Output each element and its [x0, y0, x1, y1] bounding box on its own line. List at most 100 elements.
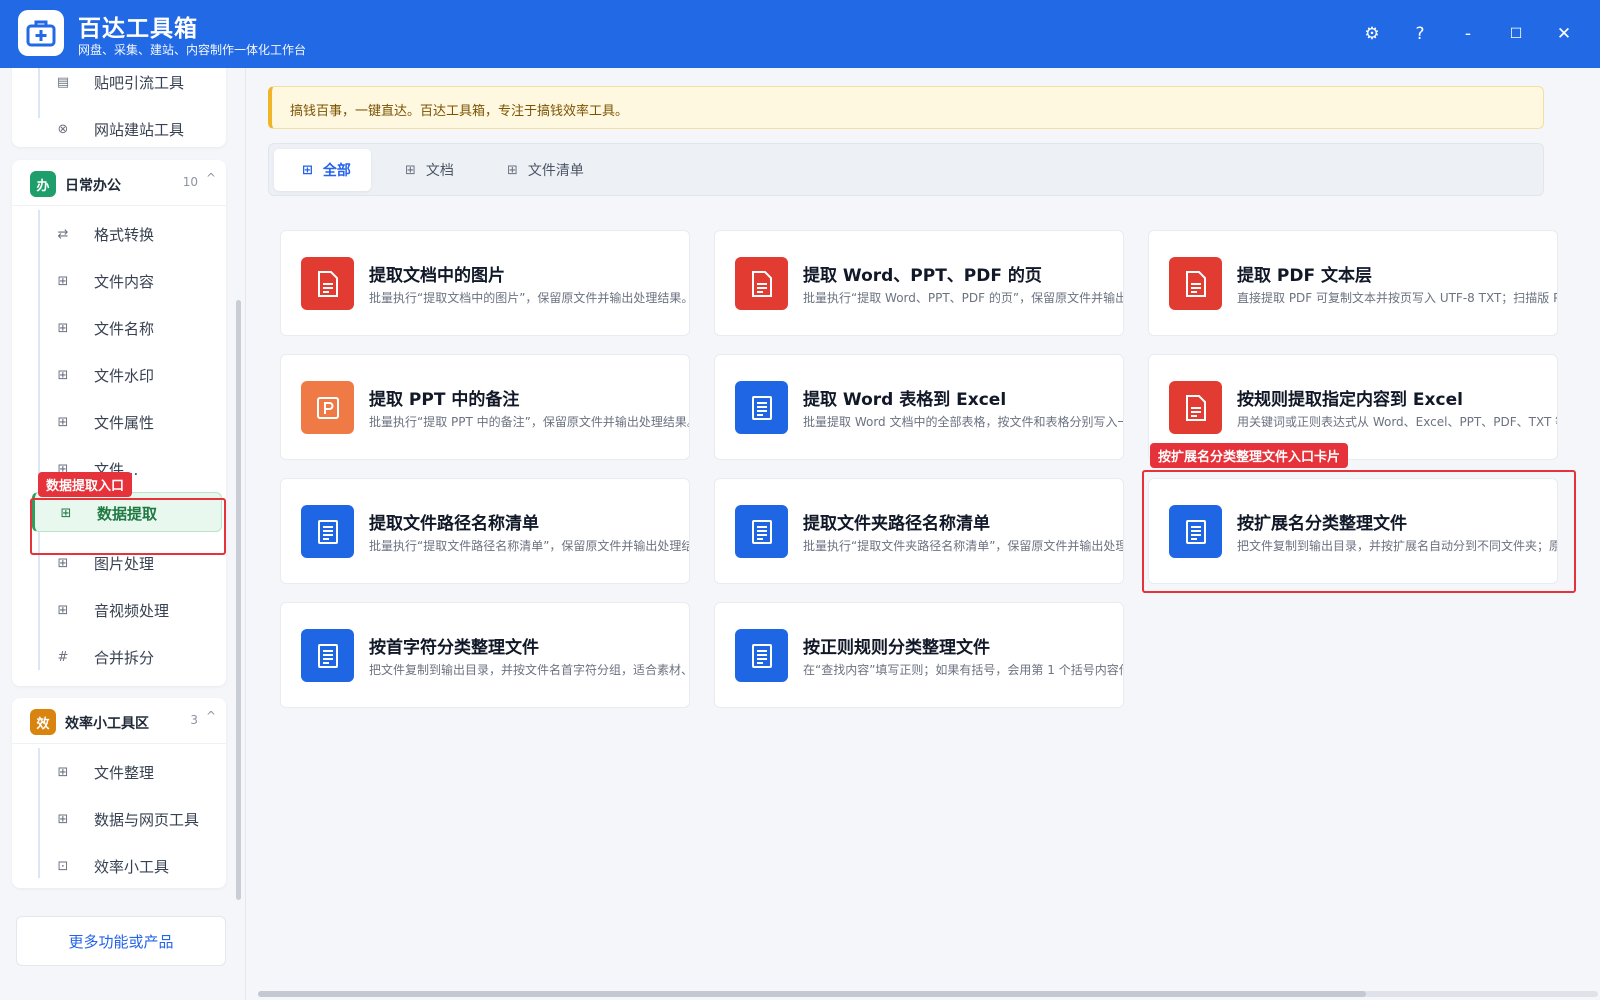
sidebar-item-audio-video[interactable]: ⊞ 音视频处理: [32, 590, 222, 630]
sidebar-item-watermark[interactable]: ⊞ 文件水印: [32, 355, 222, 395]
group-count: 10: [182, 175, 198, 189]
toolbox-icon: ⊡: [57, 858, 69, 874]
group-count: 3: [190, 713, 198, 727]
sidebar-item-data-web[interactable]: ⊞ 数据与网页工具: [32, 799, 222, 839]
tool-card-folder-path-list[interactable]: 提取文件夹路径名称清单 批量执行“提取文件夹路径名称清单”，保留原文件并输出处理…: [714, 478, 1124, 584]
sidebar-item-merge-split[interactable]: # 合并拆分: [32, 637, 222, 677]
sidebar-item-label: 文件内容: [94, 273, 155, 291]
close-button[interactable]: ✕: [1550, 20, 1578, 48]
card-description: 批量提取 Word 文档中的全部表格，按文件和表格分别写入一个 Excel 工作…: [803, 415, 1124, 429]
sidebar-group-office: 办 日常办公 10 ^ ⇄ 格式转换 ⊞ 文件内容 ⊞ 文件名称 ⊞ 文件水印 …: [12, 160, 226, 686]
pdf-doc-icon: [301, 257, 354, 310]
group-header-efficiency[interactable]: 效 效率小工具区 3 ^: [12, 698, 226, 744]
sidebar-item-label: 贴吧引流工具: [94, 74, 185, 92]
app-subtitle: 网盘、采集、建站、内容制作一体化工作台: [78, 43, 307, 57]
more-features-button[interactable]: 更多功能或产品: [16, 916, 226, 966]
title-bar: 百达工具箱 网盘、采集、建站、内容制作一体化工作台 ⚙ ? - ☐ ✕: [0, 0, 1600, 68]
doc-icon: ▤: [56, 74, 70, 90]
group-header-office[interactable]: 办 日常办公 10 ^: [12, 160, 226, 206]
sidebar-item-label: 合并拆分: [94, 649, 155, 667]
pdf-doc-icon: [1169, 381, 1222, 434]
card-title: 提取文档中的图片: [369, 266, 505, 286]
group-badge: 办: [30, 171, 56, 197]
settings-gear-icon[interactable]: ⚙: [1358, 20, 1386, 48]
swap-icon: ⇄: [57, 226, 69, 242]
sidebar-item-efficiency-tools[interactable]: ⊡ 效率小工具: [32, 846, 222, 886]
text-doc-icon: [735, 381, 788, 434]
card-description: 直接提取 PDF 可复制文本并按页写入 UTF-8 TXT；扫描版 PDF 请使…: [1237, 291, 1557, 305]
tab-file-list[interactable]: ⊞ 文件清单: [479, 149, 604, 191]
group-name: 日常办公: [65, 178, 121, 194]
sidebar-item-label: 文件整理: [94, 764, 155, 782]
annotation-tag-sort-by-extension: 按扩展名分类整理文件入口卡片: [1150, 443, 1349, 468]
main-horizontal-scrollbar[interactable]: [258, 991, 1598, 997]
card-description: 批量执行“提取 PPT 中的备注”，保留原文件并输出处理结果。: [369, 415, 690, 429]
tool-card-sort-by-first-char[interactable]: 按首字符分类整理文件 把文件复制到输出目录，并按文件名首字符分组，适合素材、文档…: [280, 602, 690, 708]
sidebar-item-label: 网站建站工具: [94, 121, 185, 139]
tab-label: 文件清单: [527, 163, 584, 179]
collapse-caret-icon[interactable]: ^: [206, 171, 216, 185]
sidebar-item-file-properties[interactable]: ⊞ 文件属性: [32, 402, 222, 442]
text-doc-icon: [301, 505, 354, 558]
card-description: 批量执行“提取文件路径名称清单”，保留原文件并输出处理结果。: [369, 539, 690, 553]
card-title: 提取 PDF 文本层: [1237, 266, 1373, 286]
tab-documents[interactable]: ⊞ 文档: [377, 149, 474, 191]
sidebar-item-website[interactable]: ⊗ 网站建站工具: [32, 109, 222, 149]
tool-card-file-path-list[interactable]: 提取文件路径名称清单 批量执行“提取文件路径名称清单”，保留原文件并输出处理结果…: [280, 478, 690, 584]
tool-card-word-table-excel[interactable]: 提取 Word 表格到 Excel 批量提取 Word 文档中的全部表格，按文件…: [714, 354, 1124, 460]
card-title: 提取文件夹路径名称清单: [803, 514, 990, 534]
sidebar-item-label: 文件名称: [94, 320, 155, 338]
notice-banner: 搞钱百事，一键直达。百达工具箱，专注于搞钱效率工具。: [268, 86, 1544, 129]
tool-card-extract-pages[interactable]: 提取 Word、PPT、PDF 的页 批量执行“提取 Word、PPT、PDF …: [714, 230, 1124, 336]
tool-card-extract-doc-images[interactable]: 提取文档中的图片 批量执行“提取文档中的图片”，保留原文件并输出处理结果。: [280, 230, 690, 336]
tool-card-extract-pdf-text[interactable]: 提取 PDF 文本层 直接提取 PDF 可复制文本并按页写入 UTF-8 TXT…: [1148, 230, 1558, 336]
grid-icon: ⊞: [57, 367, 69, 383]
card-title: 提取 PPT 中的备注: [369, 390, 520, 410]
sidebar-scrollbar[interactable]: [236, 300, 241, 900]
card-title: 按正则规则分类整理文件: [803, 638, 990, 658]
card-title: 按首字符分类整理文件: [369, 638, 539, 658]
sidebar-item-label: 格式转换: [94, 226, 155, 244]
sidebar-group-top: ▤ 贴吧引流工具 ⊗ 网站建站工具: [12, 68, 226, 147]
pdf-doc-icon: [735, 257, 788, 310]
collapse-caret-icon[interactable]: ^: [206, 709, 216, 723]
sidebar-item-file-content[interactable]: ⊞ 文件内容: [32, 261, 222, 301]
sidebar-item-label: 图片处理: [94, 555, 155, 573]
grid-icon: ⊞: [405, 162, 416, 178]
grid-icon: ⊞: [57, 602, 69, 618]
card-title: 按规则提取指定内容到 Excel: [1237, 390, 1463, 410]
tab-label: 全部: [322, 163, 351, 179]
text-doc-icon: [301, 629, 354, 682]
tab-all[interactable]: ⊞ 全部: [274, 149, 371, 191]
group-name: 效率小工具区: [65, 716, 149, 732]
app-logo: [18, 10, 64, 56]
grid-icon: ⊞: [57, 555, 69, 571]
sidebar-item-label: 音视频处理: [94, 602, 170, 620]
card-description: 批量执行“提取文件夹路径名称清单”，保留原文件并输出处理结果。: [803, 539, 1123, 553]
pdf-doc-icon: [1169, 257, 1222, 310]
sidebar-item-file-name[interactable]: ⊞ 文件名称: [32, 308, 222, 348]
help-icon[interactable]: ?: [1406, 20, 1434, 48]
ppt-icon: [301, 381, 354, 434]
tab-bar: ⊞ 全部 ⊞ 文档 ⊞ 文件清单: [268, 143, 1544, 196]
sidebar-item-file-organize[interactable]: ⊞ 文件整理: [32, 752, 222, 792]
tool-card-extract-ppt-notes[interactable]: 提取 PPT 中的备注 批量执行“提取 PPT 中的备注”，保留原文件并输出处理…: [280, 354, 690, 460]
sidebar-item-format-convert[interactable]: ⇄ 格式转换: [32, 214, 222, 254]
tool-card-sort-by-regex[interactable]: 按正则规则分类整理文件 在“查找内容”填写正则；如果有括号，会用第 1 个括号内…: [714, 602, 1124, 708]
app-title: 百达工具箱: [78, 16, 198, 42]
minimize-button[interactable]: -: [1454, 20, 1482, 48]
hash-icon: #: [57, 649, 69, 665]
card-description: 在“查找内容”填写正则；如果有括号，会用第 1 个括号内容作为分类文件夹名。: [803, 663, 1123, 677]
maximize-button[interactable]: ☐: [1502, 20, 1530, 48]
scrollbar-thumb[interactable]: [258, 991, 1366, 997]
group-badge: 效: [30, 709, 56, 735]
card-title: 提取 Word、PPT、PDF 的页: [803, 266, 1042, 286]
grid-icon: ⊞: [57, 764, 69, 780]
grid-icon: ⊞: [57, 273, 69, 289]
grid-icon: ⊞: [57, 320, 69, 336]
card-title: 提取文件路径名称清单: [369, 514, 539, 534]
sidebar-group-efficiency: 效 效率小工具区 3 ^ ⊞ 文件整理 ⊞ 数据与网页工具 ⊡ 效率小工具: [12, 698, 226, 888]
card-title: 提取 Word 表格到 Excel: [803, 390, 1007, 410]
sidebar-item-tieba[interactable]: ▤ 贴吧引流工具: [32, 68, 222, 102]
grid-icon: ⊞: [507, 162, 518, 178]
